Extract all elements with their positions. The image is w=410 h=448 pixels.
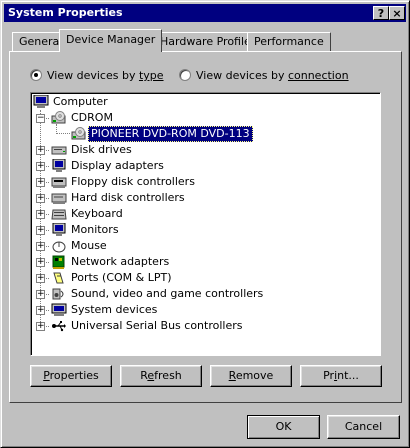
refresh-button[interactable]: Refresh [120, 365, 202, 387]
remove-button[interactable]: Remove [210, 365, 292, 387]
tree-item-label: Monitors [71, 223, 119, 236]
collapse-icon[interactable]: − [36, 114, 45, 123]
expand-icon[interactable]: + [36, 290, 45, 299]
tree-item-label: Keyboard [71, 207, 123, 220]
expand-icon[interactable]: + [36, 210, 45, 219]
tab-performance[interactable]: Performance [247, 32, 331, 51]
tree-item-label: Ports (COM & LPT) [71, 271, 172, 284]
tab-device-manager[interactable]: Device Manager [59, 29, 163, 52]
tree-item-label: System devices [71, 303, 158, 316]
radio-label-key: connection [287, 69, 349, 82]
computer-icon [33, 95, 49, 108]
radio-label-prefix: View devices by [47, 69, 139, 82]
radio-label-prefix: View devices by [196, 69, 288, 82]
floppy-controller-icon [51, 177, 67, 188]
btn-text: emove [235, 369, 274, 382]
btn-text: nt... [337, 369, 359, 382]
cdrom-icon [51, 111, 66, 124]
expand-icon[interactable]: + [36, 322, 45, 331]
expand-icon[interactable]: + [36, 162, 45, 171]
ok-button[interactable]: OK [247, 415, 320, 439]
tree-root-label: Computer [53, 95, 108, 108]
expand-icon[interactable]: + [36, 146, 45, 155]
print-button[interactable]: Print... [300, 365, 382, 387]
sound-icon [52, 288, 64, 300]
keyboard-icon [51, 209, 67, 220]
tree-item-label: CDROM [71, 111, 113, 124]
btn-key: R [228, 369, 236, 382]
tree-item-label: PIONEER DVD-ROM DVD-113 [88, 126, 253, 142]
expand-icon[interactable]: + [36, 258, 45, 267]
hard-disk-controller-icon [51, 193, 67, 204]
close-button[interactable]: × [389, 6, 405, 20]
title-bar[interactable]: System Properties ? × [4, 4, 406, 22]
radio-label-key: type [138, 69, 164, 82]
mouse-icon [52, 241, 66, 253]
network-adapter-icon [52, 255, 65, 269]
tree-item-label: Floppy disk controllers [71, 175, 195, 188]
window-title: System Properties [8, 6, 123, 19]
tree-item-label: Display adapters [71, 159, 164, 172]
tree-item-label: Universal Serial Bus controllers [71, 319, 243, 332]
expand-icon[interactable]: + [36, 178, 45, 187]
cdrom-icon [71, 127, 86, 140]
system-properties-window: System Properties ? × General Device Man… [0, 0, 410, 448]
expand-icon[interactable]: + [36, 194, 45, 203]
expand-icon[interactable]: + [36, 226, 45, 235]
cancel-button[interactable]: Cancel [327, 415, 400, 439]
tree-item-label: Hard disk controllers [71, 191, 185, 204]
radio-indicator [179, 69, 191, 81]
expand-icon[interactable]: + [36, 306, 45, 315]
expand-icon[interactable]: + [36, 274, 45, 283]
system-devices-icon [51, 303, 67, 316]
tree-item-label: Network adapters [71, 255, 170, 268]
btn-text: Pr [323, 369, 335, 382]
expand-icon[interactable]: + [36, 242, 45, 251]
radio-indicator-checked [30, 69, 42, 81]
tree-item-label: Sound, video and game controllers [71, 287, 264, 300]
properties-button[interactable]: Properties [30, 365, 112, 387]
tree-connector [56, 133, 70, 134]
help-button[interactable]: ? [373, 6, 389, 20]
tree-item-label: Mouse [71, 239, 107, 252]
monitor-icon [52, 159, 66, 172]
disk-drive-icon [51, 146, 67, 155]
btn-text: roperties [49, 369, 99, 382]
tree-item-label: Disk drives [71, 143, 132, 156]
btn-text: fresh [154, 369, 182, 382]
usb-icon [52, 321, 66, 332]
device-tree[interactable]: Computer − CDROM PIONEER DVD-ROM DVD-113 + D… [30, 92, 381, 356]
monitor-icon [52, 223, 66, 236]
port-icon [53, 272, 64, 284]
